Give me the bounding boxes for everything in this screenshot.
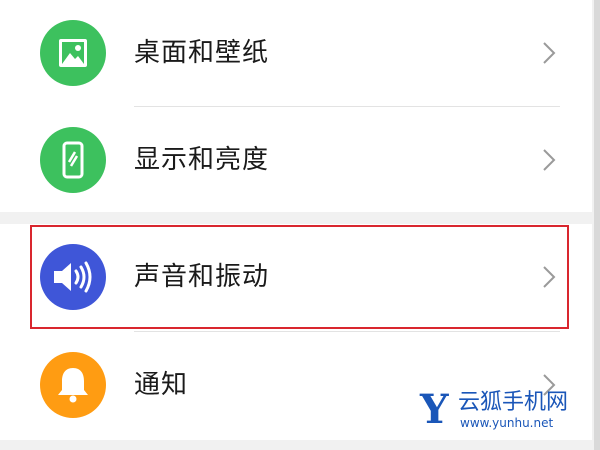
settings-item-wallpaper[interactable]: 桌面和壁纸 — [0, 0, 592, 106]
settings-item-sound[interactable]: 声音和振动 — [0, 224, 592, 330]
watermark-letter: Y — [420, 386, 449, 433]
settings-item-label: 通知 — [134, 370, 189, 400]
settings-item-label: 桌面和壁纸 — [134, 38, 270, 68]
chevron-right-icon — [540, 147, 558, 173]
bell-icon — [40, 352, 106, 418]
sound-vibration-icon — [40, 244, 106, 310]
settings-item-display[interactable]: 显示和亮度 — [0, 107, 592, 213]
watermark-url: www.yunhu.net — [460, 416, 554, 430]
settings-item-label: 显示和亮度 — [134, 145, 270, 175]
watermark-title: 云狐手机网 — [458, 390, 569, 415]
wallpaper-icon — [40, 20, 106, 86]
scroll-edge — [594, 0, 600, 450]
chevron-right-icon — [540, 264, 558, 290]
settings-screen: 桌面和壁纸 显示和亮度 声音和振动 通知 Y 云狐手机网 www.yunhu.n… — [0, 0, 600, 450]
settings-group-display: 桌面和壁纸 显示和亮度 — [0, 0, 592, 212]
settings-item-label: 声音和振动 — [134, 262, 270, 292]
watermark-logo: Y 云狐手机网 www.yunhu.net — [420, 388, 590, 438]
display-brightness-icon — [40, 127, 106, 193]
chevron-right-icon — [540, 40, 558, 66]
